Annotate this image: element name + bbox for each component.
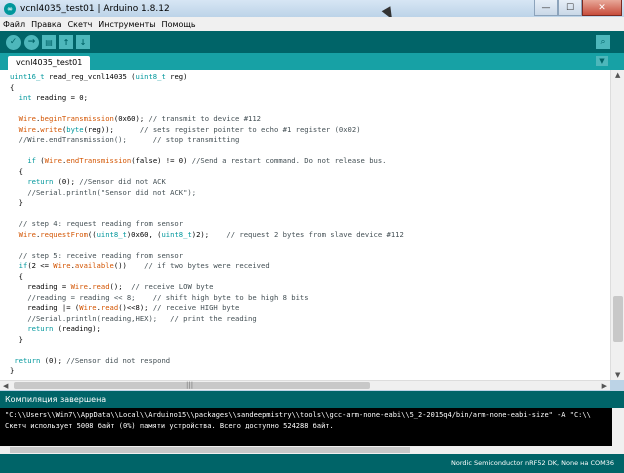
menu-help[interactable]: Помощь [162,20,196,29]
menu-bar: Файл Правка Скетч Инструменты Помощь [0,17,624,31]
code-line[interactable]: //Serial.println("Sensor did not ACK"); [10,188,196,198]
save-sketch-button[interactable]: ↓ [76,35,90,49]
code-line[interactable]: { [10,272,23,282]
menu-edit[interactable]: Правка [31,20,61,29]
console-horizontal-scrollbar[interactable] [0,446,612,454]
code-line[interactable]: // step 4: request reading from sensor [10,219,183,229]
scroll-up-arrow-icon[interactable]: ▲ [615,71,620,79]
menu-tools[interactable]: Инструменты [98,20,155,29]
window-controls: — ☐ ✕ [534,0,622,16]
menu-sketch[interactable]: Скетч [68,20,93,29]
console-vertical-scrollbar[interactable] [612,408,624,454]
code-line[interactable]: reading = Wire.read(); // receive LOW by… [10,282,213,292]
toolbar: ✓ → ▤ ↑ ↓ ⌕ [0,31,624,53]
code-line[interactable]: { [10,167,23,177]
code-line[interactable]: if(2 <= Wire.available()) // if two byte… [10,261,270,271]
code-line[interactable]: //Wire.endTransmission(); // stop transm… [10,135,240,145]
code-line[interactable]: } [10,198,23,208]
code-line[interactable]: int reading = 0; [10,93,88,103]
code-line[interactable]: { [10,83,14,93]
editor-horizontal-scrollbar[interactable]: ◀ ||| ▶ [0,380,610,390]
editor-vertical-scroll-thumb[interactable] [613,296,623,342]
tab-strip: vcnl4035_test01 ▼ [0,53,624,70]
code-line[interactable]: //Serial.println(reading,HEX); // print … [10,314,256,324]
console-line: "C:\\Users\\Win7\\AppData\\Local\\Arduin… [5,411,591,419]
status-message: Компиляция завершена [0,391,624,408]
code-line[interactable]: // step 5: receive reading from sensor [10,251,183,261]
scroll-grip-icon: ||| [186,381,194,389]
console-line: Скетч использует 5008 байт (0%) памяти у… [5,422,334,430]
serial-monitor-button[interactable]: ⌕ [596,35,610,49]
open-sketch-button[interactable]: ↑ [59,35,73,49]
code-line[interactable]: return (reading); [10,324,101,334]
code-line[interactable]: } [10,366,14,376]
code-line[interactable]: return (0); //Sensor did not ACK [10,177,165,187]
maximize-button[interactable]: ☐ [558,0,582,16]
close-button[interactable]: ✕ [582,0,622,16]
editor-vertical-scrollbar[interactable]: ▲ ▼ [610,70,624,380]
code-line[interactable]: Wire.requestFrom((uint8_t)0x60, (uint8_t… [10,230,404,240]
code-line[interactable]: return (0); //Sensor did not respond [10,356,170,366]
code-line[interactable]: uint16_t read_reg_vcnl14035 (uint8_t reg… [10,72,187,82]
code-line[interactable]: Wire.beginTransmission(0x60); // transmi… [10,114,261,124]
code-line[interactable]: reading |= (Wire.read()<<8); // receive … [10,303,239,313]
arduino-logo-icon: ∞ [4,2,16,15]
title-bar: ∞ vcnl4035_test01 | Arduino 1.8.12 — ☐ ✕ [0,0,624,17]
scroll-left-arrow-icon[interactable]: ◀ [3,382,8,390]
tab-menu-chevron-down-icon[interactable]: ▼ [596,56,608,66]
minimize-button[interactable]: — [534,0,558,16]
code-line[interactable]: if (Wire.endTransmission(false) != 0) //… [10,156,386,166]
upload-button[interactable]: → [24,34,39,50]
code-line[interactable]: Wire.write(byte(reg)); // sets register … [10,125,361,135]
code-editor[interactable]: uint16_t read_reg_vcnl14035 (uint8_t reg… [0,70,610,380]
board-port-status: Nordic Semiconductor nRF52 DK, None на C… [0,454,624,473]
console-horizontal-scroll-thumb[interactable] [10,447,410,453]
menu-file[interactable]: Файл [3,20,25,29]
scroll-right-arrow-icon[interactable]: ▶ [602,382,607,390]
scroll-down-arrow-icon[interactable]: ▼ [615,371,620,379]
tab-vcnl4035-test01[interactable]: vcnl4035_test01 [8,56,91,70]
window-title: vcnl4035_test01 | Arduino 1.8.12 [20,3,170,14]
verify-button[interactable]: ✓ [6,34,21,50]
code-line[interactable]: //reading = reading << 8; // shift high … [10,293,308,303]
new-sketch-button[interactable]: ▤ [42,35,56,49]
code-line[interactable]: } [10,335,23,345]
